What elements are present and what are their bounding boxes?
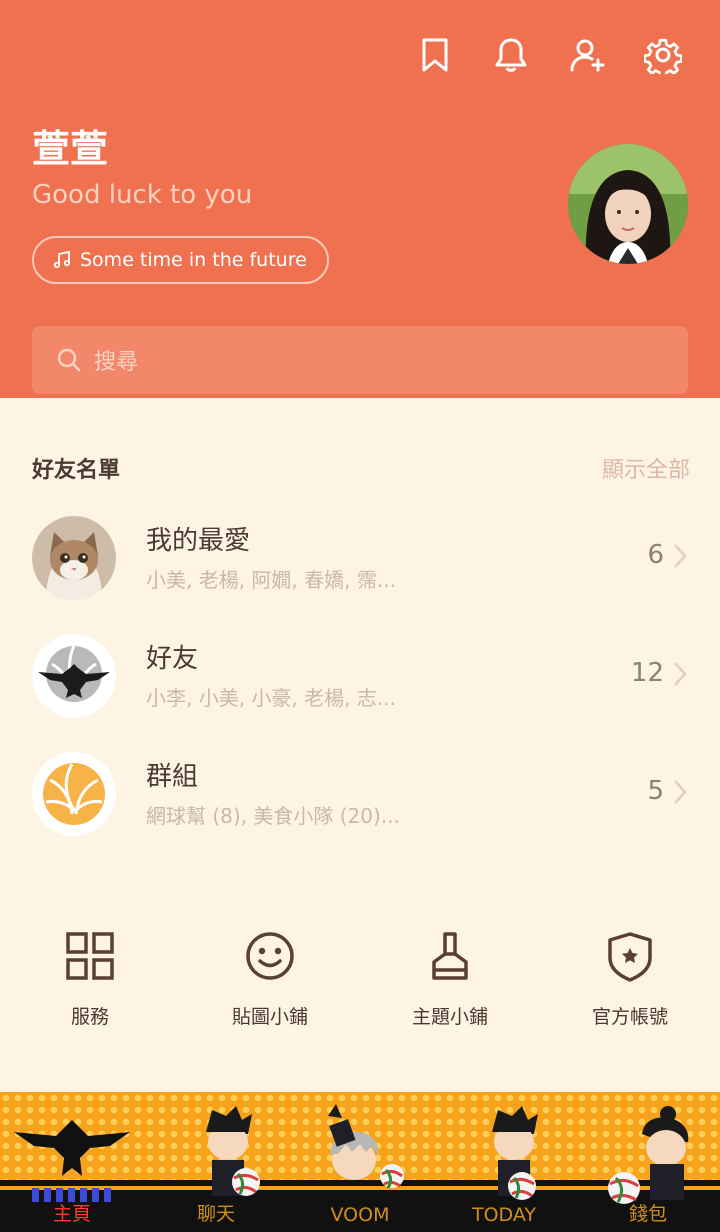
list-item-count: 5 xyxy=(647,776,664,806)
crow-ball-icon xyxy=(32,634,116,718)
profile-header: 萱萱 Good luck to you Some time in the fut… xyxy=(0,0,720,398)
list-item-members: 網球幫 (8), 美食小隊 (20)... xyxy=(146,804,400,828)
header-toolbar xyxy=(414,34,684,76)
character-2-icon xyxy=(328,1104,404,1189)
tab-chats[interactable]: 聊天 xyxy=(144,1199,288,1226)
tab-home[interactable]: 主頁 xyxy=(0,1199,144,1226)
service-label: 服務 xyxy=(70,1006,109,1028)
list-item-count: 12 xyxy=(630,658,664,688)
avatar[interactable] xyxy=(568,144,688,264)
search-placeholder: 搜尋 xyxy=(94,350,139,375)
service-theme-shop[interactable]: 主題小鋪 xyxy=(360,924,540,1029)
shield-star-icon xyxy=(608,932,652,982)
add-friend-icon[interactable] xyxy=(566,34,608,76)
chevron-right-icon xyxy=(674,662,687,686)
list-item-title: 好友 xyxy=(146,644,199,674)
music-note-icon xyxy=(53,250,71,269)
character-3-icon xyxy=(492,1106,538,1200)
grid-icon xyxy=(66,932,114,980)
chevron-right-icon xyxy=(674,544,687,568)
list-item-count: 6 xyxy=(647,540,664,570)
list-item-favorites[interactable]: 我的最愛 小美, 老楊, 阿嫺, 春嬌, 霈... 6 xyxy=(0,516,720,616)
brush-icon xyxy=(432,932,468,980)
music-label: Some time in the future xyxy=(80,249,307,271)
chevron-right-icon xyxy=(674,780,687,804)
show-all-link[interactable]: 顯示全部 xyxy=(602,452,690,484)
crow-emblem-icon xyxy=(14,1120,130,1176)
service-label: 貼圖小鋪 xyxy=(231,1006,308,1028)
service-services[interactable]: 服務 xyxy=(0,924,180,1029)
list-item-friends[interactable]: 好友 小李, 小美, 小豪, 老楊, 志... 12 xyxy=(0,634,720,734)
cat-avatar xyxy=(32,516,116,600)
list-item-members: 小美, 老楊, 阿嫺, 春嬌, 霈... xyxy=(146,568,396,592)
list-item-title: 我的最愛 xyxy=(146,526,251,556)
list-item-title: 群組 xyxy=(146,762,199,792)
tab-voom[interactable]: VOOM xyxy=(288,1204,432,1226)
profile-name[interactable]: 萱萱 xyxy=(32,118,108,173)
tab-wallet[interactable]: 錢包 xyxy=(576,1199,720,1226)
friends-section-title: 好友名單 xyxy=(32,458,121,483)
bottom-nav: 主頁 聊天 VOOM TODAY 錢包 xyxy=(0,1092,720,1232)
character-4-icon xyxy=(608,1106,689,1204)
bookmark-icon[interactable] xyxy=(414,34,456,76)
services-bar: 服務 貼圖小鋪 主題小鋪 官方帳號 xyxy=(0,924,720,1034)
tab-today[interactable]: TODAY xyxy=(432,1204,576,1226)
service-sticker-shop[interactable]: 貼圖小鋪 xyxy=(180,924,360,1029)
character-1-icon xyxy=(206,1106,260,1196)
list-item-members: 小李, 小美, 小豪, 老楊, 志... xyxy=(146,686,396,710)
volleyball-icon xyxy=(32,752,116,836)
list-item-groups[interactable]: 群組 網球幫 (8), 美食小隊 (20)... 5 xyxy=(0,752,720,852)
status-message[interactable]: Good luck to you xyxy=(32,180,252,210)
search-input[interactable]: 搜尋 xyxy=(32,326,688,394)
smiley-icon xyxy=(246,932,294,980)
service-official-accounts[interactable]: 官方帳號 xyxy=(540,924,720,1029)
bell-icon[interactable] xyxy=(490,34,532,76)
search-icon xyxy=(57,348,81,372)
music-pill[interactable]: Some time in the future xyxy=(32,236,329,284)
gear-icon[interactable] xyxy=(642,34,684,76)
service-label: 主題小鋪 xyxy=(411,1006,488,1028)
service-label: 官方帳號 xyxy=(591,1006,668,1028)
